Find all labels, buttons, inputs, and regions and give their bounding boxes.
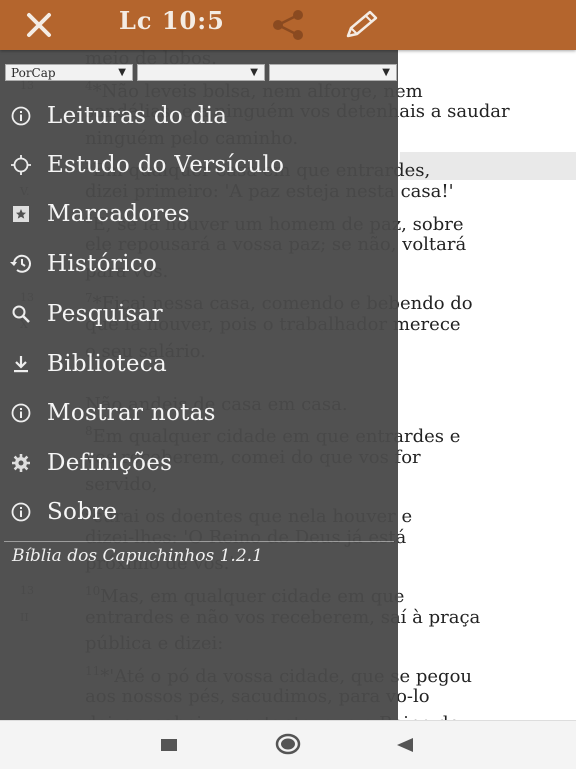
search-icon: [8, 301, 34, 327]
home-button[interactable]: [275, 733, 301, 759]
menu-label: Leituras do dia: [47, 103, 228, 129]
menu-label: Pesquisar: [47, 301, 163, 327]
download-icon: [8, 351, 34, 377]
menu-item-pesquisar[interactable]: Pesquisar: [0, 290, 398, 338]
edit-button[interactable]: [342, 8, 382, 42]
navigation-drawer: PorCap ▼ ▼ ▼ Leituras do dia Estudo do V…: [0, 50, 398, 720]
drawer-divider: [4, 541, 394, 542]
share-button[interactable]: [268, 8, 308, 42]
menu-label: Definições: [47, 450, 173, 476]
back-triangle-icon: [397, 738, 413, 752]
menu-item-mostrar-notas[interactable]: Mostrar notas: [0, 389, 398, 437]
chevron-down-icon: ▼: [382, 67, 390, 78]
version-selectors: PorCap ▼ ▼ ▼: [5, 64, 397, 82]
menu-item-biblioteca[interactable]: Biblioteca: [0, 340, 398, 388]
second-select[interactable]: ▼: [137, 64, 265, 81]
menu-label: Biblioteca: [47, 351, 167, 377]
bookmark-icon: [8, 201, 34, 227]
translation-select[interactable]: PorCap ▼: [5, 64, 133, 81]
menu-label: Sobre: [47, 499, 118, 525]
menu-item-historico[interactable]: Histórico: [0, 240, 398, 288]
pencil-icon: [346, 10, 378, 38]
menu-item-definicoes[interactable]: Definições: [0, 439, 398, 487]
share-icon: [273, 10, 303, 40]
translation-select-value: PorCap: [11, 65, 56, 80]
menu-label: Histórico: [47, 251, 158, 277]
menu-item-estudo[interactable]: Estudo do Versículo: [0, 141, 398, 189]
gear-icon: [8, 450, 34, 476]
menu-label: Mostrar notas: [47, 400, 216, 426]
menu-label: Estudo do Versículo: [47, 152, 285, 178]
info-icon: [8, 499, 34, 525]
back-button[interactable]: [396, 737, 414, 756]
top-app-bar: Lc 10:5: [0, 0, 576, 50]
history-icon: [8, 251, 34, 277]
menu-item-marcadores[interactable]: Marcadores: [0, 190, 398, 238]
close-button[interactable]: [22, 9, 56, 41]
recents-square-icon: [161, 739, 177, 751]
close-icon: [27, 13, 51, 37]
chevron-down-icon: ▼: [118, 67, 126, 78]
chevron-down-icon: ▼: [250, 67, 258, 78]
menu-item-leituras[interactable]: Leituras do dia: [0, 92, 398, 140]
home-circle-icon: [275, 733, 301, 755]
app-version: Bíblia dos Capuchinhos 1.2.1: [12, 546, 263, 566]
info-icon: [8, 103, 34, 129]
third-select[interactable]: ▼: [269, 64, 397, 81]
menu-label: Marcadores: [47, 201, 190, 227]
target-icon: [8, 152, 34, 178]
menu-item-sobre[interactable]: Sobre: [0, 488, 398, 536]
system-navigation-bar: [0, 720, 576, 769]
recents-button[interactable]: [160, 737, 178, 756]
page-title[interactable]: Lc 10:5: [119, 6, 225, 35]
info-icon: [8, 400, 34, 426]
